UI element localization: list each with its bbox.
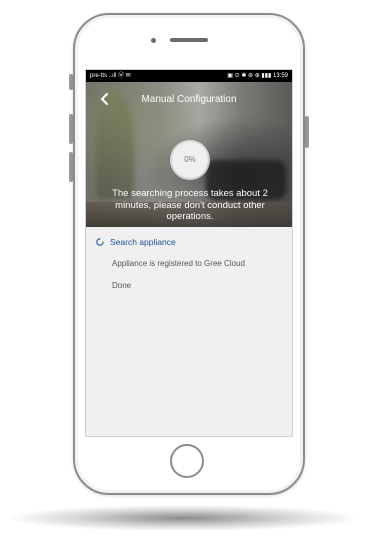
phone-screen: pre-tts ..ıll ⓦ ✉ ▣ ⊙ ✱ ⊛ ⊕ ▮▮▮ 13:59 Ma…	[85, 69, 293, 437]
hero-background: Manual Configuration 0% The searching pr…	[86, 82, 292, 227]
status-bar-right: ▣ ⊙ ✱ ⊛ ⊕ ▮▮▮ 13:59	[227, 73, 288, 79]
status-bar-left: pre-tts ..ıll ⓦ ✉	[90, 73, 131, 79]
step-label: Done	[112, 281, 132, 290]
step-done: Done	[112, 281, 292, 290]
loading-spinner-icon	[96, 238, 104, 246]
step-search-appliance: Search appliance	[96, 237, 292, 247]
front-camera	[151, 38, 156, 43]
hero-plant-image	[96, 90, 134, 200]
status-bar: pre-tts ..ıll ⓦ ✉ ▣ ⊙ ✱ ⊛ ⊕ ▮▮▮ 13:59	[86, 70, 292, 82]
floor-shadow	[10, 505, 356, 531]
power-button	[305, 116, 309, 148]
home-button[interactable]	[170, 444, 204, 478]
step-label: Search appliance	[110, 237, 176, 247]
step-label: Appliance is registered to Gree Cloud	[112, 259, 245, 268]
progress-indicator: 0%	[172, 142, 208, 178]
earpiece-speaker	[170, 38, 208, 42]
search-info-message: The searching process takes about 2 minu…	[112, 188, 268, 222]
step-register-cloud: Appliance is registered to Gree Cloud	[112, 259, 292, 268]
page-title: Manual Configuration	[141, 94, 237, 105]
